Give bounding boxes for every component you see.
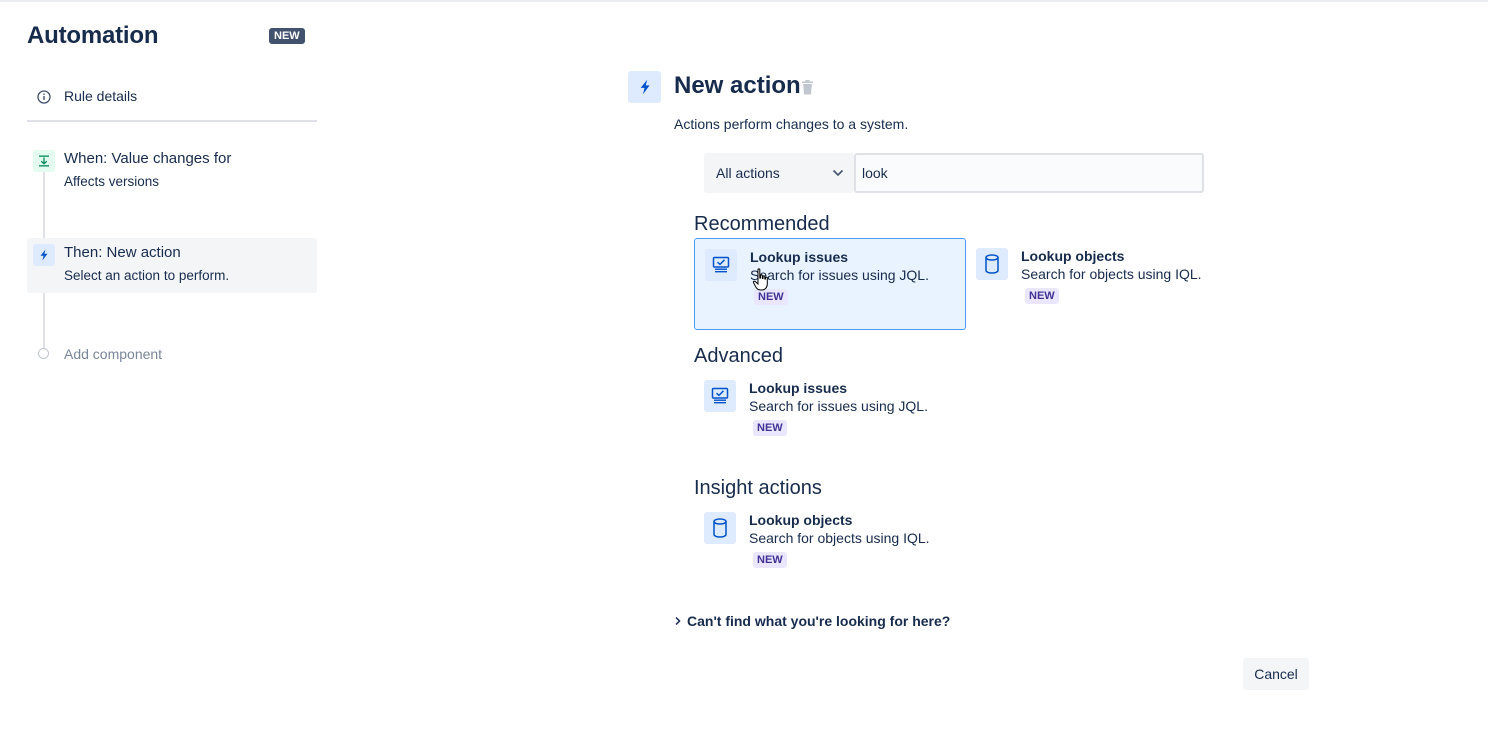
action-card-title: Lookup issues (750, 249, 849, 265)
action-card-lookup-issues[interactable]: Lookup issues Search for issues using JQ… (694, 238, 966, 330)
action-title: Then: New action (64, 244, 181, 261)
action-card-title: Lookup objects (749, 512, 853, 528)
action-card-description: Search for objects using IQL. (749, 530, 930, 546)
action-subtitle: Select an action to perform. (64, 268, 230, 283)
trigger-component[interactable]: When: Value changes for Affects versions (27, 144, 317, 196)
section-title-insight: Insight actions (694, 477, 822, 499)
new-lozenge: NEW (1025, 288, 1059, 304)
lightning-icon (40, 249, 48, 261)
top-border (0, 0, 1488, 2)
chevron-down-icon (832, 169, 844, 177)
page-description: Actions perform changes to a system. (674, 116, 909, 132)
chevron-right-icon (675, 616, 681, 626)
new-lozenge: NEW (754, 289, 788, 305)
lightning-icon (640, 79, 650, 95)
rule-details-label: Rule details (64, 88, 138, 104)
trigger-icon (39, 155, 49, 167)
action-badge (33, 244, 55, 266)
action-card-lookup-issues[interactable]: Lookup issues Search for issues using JQ… (694, 370, 966, 462)
action-category-select[interactable]: All actions (704, 153, 854, 193)
trash-icon[interactable] (801, 80, 814, 95)
cant-find-label: Can't find what you're looking for here? (687, 613, 951, 629)
app-title: Automation (27, 22, 159, 49)
new-lozenge: NEW (753, 552, 787, 568)
action-card-lookup-objects[interactable]: Lookup objects Search for objects using … (966, 238, 1238, 330)
trigger-badge (33, 150, 55, 172)
action-card-title: Lookup objects (1021, 248, 1125, 264)
action-category-value: All actions (716, 165, 780, 181)
cant-find-expander[interactable]: Can't find what you're looking for here? (674, 613, 950, 629)
action-search-input[interactable] (854, 153, 1204, 193)
action-card-lookup-objects[interactable]: Lookup objects Search for objects using … (694, 502, 966, 594)
trigger-title: When: Value changes for (64, 150, 232, 167)
action-card-description: Search for issues using JQL. (749, 398, 928, 414)
database-icon (976, 248, 1008, 280)
add-component-label: Add component (64, 346, 163, 362)
lookup-issues-icon (704, 380, 736, 412)
lookup-issues-icon (705, 249, 737, 281)
info-icon (37, 90, 51, 104)
header-action-badge (628, 71, 661, 103)
section-title-advanced: Advanced (694, 345, 783, 367)
trigger-subtitle: Affects versions (64, 174, 160, 189)
section-title-recommended: Recommended (694, 213, 830, 235)
add-component-dot-icon (38, 348, 49, 359)
database-icon (704, 512, 736, 544)
action-card-description: Search for issues using JQL. (750, 267, 929, 283)
page-title: New action (674, 72, 801, 99)
action-component[interactable]: Then: New action Select an action to per… (27, 238, 317, 293)
new-lozenge: NEW (753, 420, 787, 436)
rule-details-item[interactable]: Rule details (27, 78, 317, 122)
action-card-title: Lookup issues (749, 380, 848, 396)
new-badge: NEW (269, 28, 305, 44)
action-card-description: Search for objects using IQL. (1021, 266, 1202, 282)
cancel-button[interactable]: Cancel (1243, 658, 1309, 690)
